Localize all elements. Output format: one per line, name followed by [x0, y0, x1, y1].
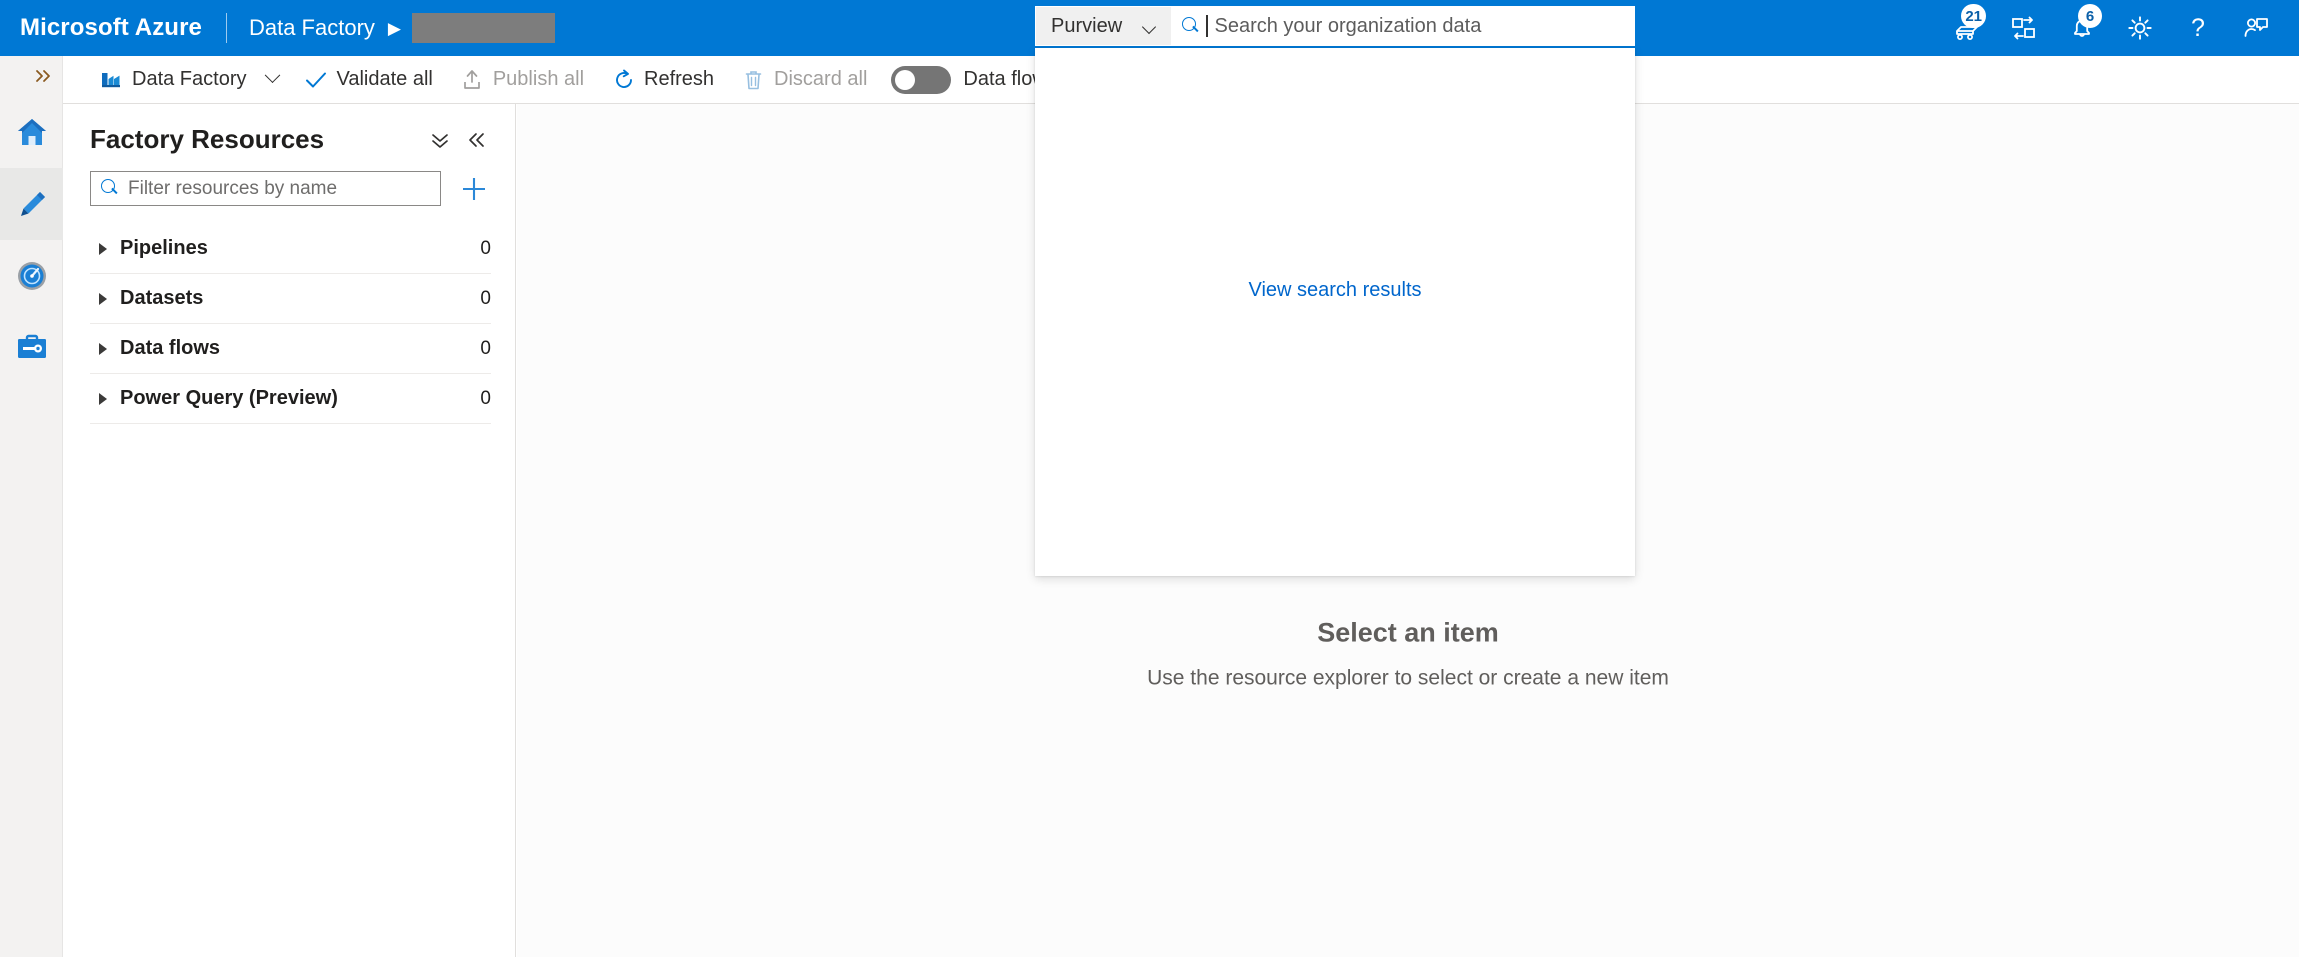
- feedback-person-icon[interactable]: [2227, 0, 2285, 56]
- global-search-control: Purview Search your organization data: [1035, 6, 1635, 46]
- search-input[interactable]: Filter resources by name: [90, 171, 441, 206]
- tree-item-label: Power Query (Preview): [120, 387, 338, 409]
- tree-item-label: Data flows: [120, 337, 221, 359]
- text-cursor: [1206, 15, 1208, 37]
- chevron-right-icon[interactable]: [92, 288, 114, 310]
- view-search-results-link[interactable]: View search results: [1248, 279, 1421, 302]
- page-title: Factory Resources: [90, 124, 325, 154]
- azure-brand-link[interactable]: Microsoft Azure: [20, 14, 202, 42]
- left-navigation-rail: [0, 56, 63, 957]
- tree-item-count: 0: [480, 237, 491, 259]
- settings-gear-icon[interactable]: [2111, 0, 2169, 56]
- refresh-label: Refresh: [644, 68, 715, 90]
- tree-item-datasets[interactable]: Datasets 0: [90, 274, 491, 324]
- chevron-down-icon: [1143, 22, 1158, 31]
- notifications-bell-icon[interactable]: 6: [2053, 0, 2111, 56]
- tree-item-label: Pipelines: [120, 237, 208, 259]
- tree-item-count: 0: [480, 287, 491, 309]
- cloud-shell-badge: 21: [1961, 4, 1986, 28]
- tree-item-count: 0: [480, 387, 491, 409]
- tree-item-count: 0: [480, 337, 491, 359]
- tree-item-pipelines[interactable]: Pipelines 0: [90, 224, 491, 274]
- search-suggestions-panel: View search results: [1035, 48, 1635, 576]
- expand-rail-button[interactable]: [0, 56, 62, 96]
- publish-upload-icon: [461, 68, 484, 91]
- refresh-icon: [612, 68, 635, 91]
- filter-row: Filter resources by name: [63, 155, 515, 206]
- search-scope-dropdown[interactable]: Purview: [1036, 7, 1171, 45]
- tree-item-power-query[interactable]: Power Query (Preview) 0: [90, 374, 491, 424]
- search-scope-value: Purview: [1051, 14, 1123, 37]
- validate-all-label: Validate all: [336, 68, 433, 90]
- explorer-header: Factory Resources: [63, 104, 515, 155]
- empty-state-subtitle: Use the resource explorer to select or c…: [1147, 666, 1669, 689]
- breadcrumb-arrow-icon: ▶: [387, 18, 401, 38]
- chevron-double-left-icon[interactable]: [461, 125, 491, 155]
- discard-all-label: Discard all: [774, 68, 868, 90]
- add-resource-button[interactable]: [457, 172, 491, 206]
- sidebar-item-home[interactable]: [0, 96, 63, 168]
- top-bar-icon-cluster: 21 6 ?: [1937, 0, 2285, 56]
- service-menu-button[interactable]: Data Factory: [90, 56, 256, 104]
- breadcrumb-factory-name-redacted: [411, 13, 555, 43]
- chevron-right-icon[interactable]: [92, 338, 114, 360]
- data-factory-icon: [100, 68, 123, 91]
- breadcrumb-data-factory[interactable]: Data Factory: [249, 15, 375, 41]
- toggle-knob: [895, 69, 916, 90]
- chevron-double-down-icon[interactable]: [425, 125, 455, 155]
- sidebar-item-monitor[interactable]: [0, 240, 63, 312]
- dataflow-debug-toggle[interactable]: [891, 65, 952, 94]
- directory-switch-icon[interactable]: [1995, 0, 2053, 56]
- publish-all-label: Publish all: [492, 68, 585, 90]
- search-icon: [101, 179, 120, 198]
- empty-state-title: Select an item: [1317, 617, 1499, 647]
- factory-resources-panel: Factory Resources Filter resources by na…: [63, 104, 516, 957]
- notifications-badge: 6: [2078, 4, 2102, 28]
- filter-placeholder: Filter resources by name: [128, 177, 338, 199]
- publish-all-button[interactable]: Publish all: [451, 56, 594, 104]
- sidebar-item-author[interactable]: [0, 168, 63, 240]
- search-input-placeholder: Search your organization data: [1214, 14, 1482, 37]
- trash-icon: [742, 68, 765, 91]
- tree-item-data-flows[interactable]: Data flows 0: [90, 324, 491, 374]
- cloud-shell-icon[interactable]: 21: [1937, 0, 1995, 56]
- help-question-icon[interactable]: ?: [2169, 0, 2227, 56]
- chevron-right-icon[interactable]: [92, 238, 114, 260]
- tree-item-label: Datasets: [120, 287, 204, 309]
- refresh-button[interactable]: Refresh: [602, 56, 724, 104]
- chevron-right-icon[interactable]: [92, 388, 114, 410]
- sidebar-item-manage[interactable]: [0, 312, 63, 384]
- search-icon: [1182, 16, 1201, 36]
- resource-tree: Pipelines 0 Datasets 0 Data flows 0 Powe…: [63, 224, 515, 424]
- validate-all-button[interactable]: Validate all: [294, 56, 442, 104]
- service-menu-label: Data Factory: [132, 68, 247, 90]
- service-menu-chevron-down-icon[interactable]: [260, 56, 284, 104]
- discard-all-button[interactable]: Discard all: [732, 56, 877, 104]
- search-input-wrapper[interactable]: Search your organization data: [1171, 7, 1634, 45]
- checkmark-icon: [304, 68, 327, 91]
- svg-text:?: ?: [2191, 14, 2205, 42]
- brand-divider: [225, 13, 227, 43]
